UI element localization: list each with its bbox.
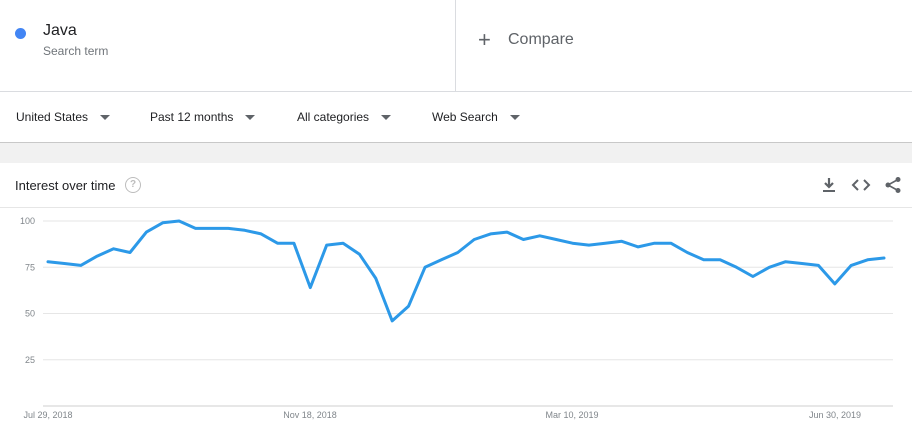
category-filter-dropdown[interactable]: All categories — [297, 110, 392, 124]
question-circle-icon[interactable]: ? — [125, 177, 141, 193]
time-range-filter-label: Past 12 months — [150, 110, 234, 124]
region-filter-dropdown[interactable]: United States — [16, 110, 111, 124]
embed-code-icon[interactable] — [851, 175, 871, 195]
search-term-panel[interactable]: Java Search term — [0, 0, 456, 91]
x-axis: Jul 29, 2018 Nov 18, 2018 Mar 10, 2019 Jun … — [23, 405, 893, 420]
compare-button[interactable]: + Compare — [478, 27, 574, 52]
filter-bar: United States Past 12 months All categor… — [0, 92, 912, 143]
caret-down-icon — [245, 114, 256, 120]
chart-grid — [43, 220, 893, 361]
x-tick-label: Mar 10, 2019 — [545, 410, 598, 420]
x-tick-label: Jul 29, 2018 — [23, 410, 72, 420]
search-term-subtitle: Search term — [43, 44, 109, 58]
search-type-filter-dropdown[interactable]: Web Search — [432, 110, 520, 124]
y-tick-label: 25 — [25, 355, 35, 365]
compare-label: Compare — [508, 31, 574, 48]
share-icon[interactable] — [883, 175, 903, 195]
card-header: Interest over time ? — [0, 163, 912, 208]
series-line — [46, 219, 886, 323]
caret-down-icon — [381, 114, 392, 120]
search-term-name[interactable]: Java — [43, 22, 77, 40]
time-range-filter-dropdown[interactable]: Past 12 months — [150, 110, 256, 124]
interest-line-chart: 25 50 75 100 Jul 29, 2018 Nov 18, 2018 Mar 10… — [20, 216, 893, 420]
region-filter-label: United States — [16, 110, 89, 124]
plus-icon: + — [478, 27, 491, 52]
x-tick-label: Jun 30, 2019 — [809, 410, 861, 420]
search-term-color-dot — [15, 28, 26, 39]
category-filter-label: All categories — [297, 110, 370, 124]
x-tick-label: Nov 18, 2018 — [283, 410, 337, 420]
card-title: Interest over time — [15, 178, 116, 193]
download-icon[interactable] — [819, 175, 839, 195]
y-tick-label: 75 — [25, 262, 35, 272]
y-tick-label: 50 — [25, 309, 35, 319]
search-type-filter-label: Web Search — [432, 110, 498, 124]
y-axis: 25 50 75 100 — [20, 216, 35, 365]
caret-down-icon — [100, 114, 111, 120]
y-tick-label: 100 — [20, 216, 35, 226]
section-divider-band — [0, 143, 912, 163]
caret-down-icon — [509, 114, 520, 120]
search-header: Java Search term + Compare — [0, 0, 912, 92]
